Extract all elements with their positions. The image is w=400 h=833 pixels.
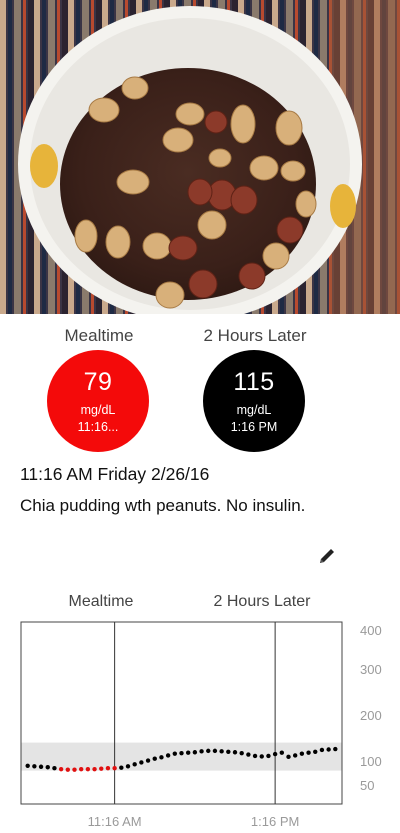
two-hours-later-label: 2 Hours Later [203, 326, 307, 345]
glucose-point [38, 764, 44, 769]
pencil-icon [320, 549, 334, 563]
glucose-chart-svg: 400 300 200 100 50 11:16 AM 1:16 PM [20, 621, 382, 829]
glucose-point [326, 747, 331, 752]
mealtime-reading[interactable]: 79 mg/dL 11:16... [47, 350, 149, 452]
later-time: 1:16 PM [230, 420, 278, 434]
glucose-point [25, 763, 30, 768]
glucose-point [286, 754, 291, 760]
glucose-point [45, 765, 50, 770]
later-value: 115 [233, 368, 275, 396]
glucose-point [333, 746, 338, 752]
glucose-point [125, 764, 131, 769]
glucose-point [32, 764, 37, 769]
glucose-point [99, 766, 104, 771]
glucose-point [72, 767, 77, 772]
entry-note: Chia pudding wth peanuts. No insulin. [20, 496, 306, 515]
mealtime-value: 79 [83, 368, 113, 396]
glucose-point [92, 766, 97, 772]
glucose-point [266, 753, 271, 759]
glucose-point [172, 751, 178, 756]
glucose-point [226, 749, 231, 754]
x-tick-label: 11:16 AM [88, 814, 142, 829]
y-tick-label: 400 [360, 623, 382, 638]
glucose-point [139, 760, 144, 765]
x-tick-label: 1:16 PM [251, 814, 299, 829]
glucose-point [206, 748, 211, 754]
glucose-point [199, 749, 204, 754]
glucose-point [145, 758, 151, 763]
glucose-point [246, 752, 251, 757]
glucose-point [219, 749, 224, 754]
glucose-point [52, 766, 57, 771]
glucose-chart[interactable]: 400 300 200 100 50 11:16 AM 1:16 PM [0, 615, 400, 833]
glucose-point [292, 753, 298, 758]
glucose-point [65, 767, 71, 772]
glucose-point [306, 750, 311, 755]
chart-later-label: 2 Hours Later [213, 593, 311, 610]
glucose-point [78, 766, 84, 772]
glucose-point [112, 766, 117, 771]
entry-datetime: 11:16 AM Friday 2/26/16 [20, 464, 210, 484]
glucose-point [119, 765, 124, 770]
y-tick-label: 300 [360, 662, 382, 677]
glucose-point [105, 766, 111, 771]
glucose-point [159, 755, 164, 760]
y-tick-label: 50 [360, 778, 374, 793]
glucose-point [85, 766, 91, 772]
chart-frame [20, 621, 343, 805]
glucose-point [212, 748, 218, 754]
meal-photo [0, 0, 400, 314]
glucose-point [239, 750, 244, 756]
glucose-point [279, 750, 285, 755]
glucose-point [165, 753, 171, 758]
two-hours-later-reading[interactable]: 115 mg/dL 1:16 PM [203, 350, 305, 452]
glucose-point [192, 750, 198, 755]
edit-button[interactable] [316, 545, 338, 567]
glucose-point [272, 751, 278, 757]
mealtime-time: 11:16... [77, 420, 119, 434]
glucose-point [132, 762, 137, 767]
y-tick-label: 100 [360, 754, 382, 769]
glucose-point [232, 750, 238, 755]
glucose-point [259, 754, 264, 759]
glucose-point [179, 750, 184, 756]
glucose-point [313, 749, 318, 754]
y-tick-label: 200 [360, 708, 382, 723]
glucose-point [299, 751, 305, 756]
chart-mealtime-label: Mealtime [68, 593, 134, 610]
glucose-point [185, 750, 191, 755]
mealtime-unit: mg/dL [80, 403, 116, 417]
later-unit: mg/dL [236, 403, 272, 417]
glucose-point [58, 766, 64, 772]
glucose-point [252, 753, 258, 759]
glucose-point [319, 747, 325, 753]
mealtime-label: Mealtime [64, 326, 134, 345]
glucose-point [152, 756, 157, 761]
